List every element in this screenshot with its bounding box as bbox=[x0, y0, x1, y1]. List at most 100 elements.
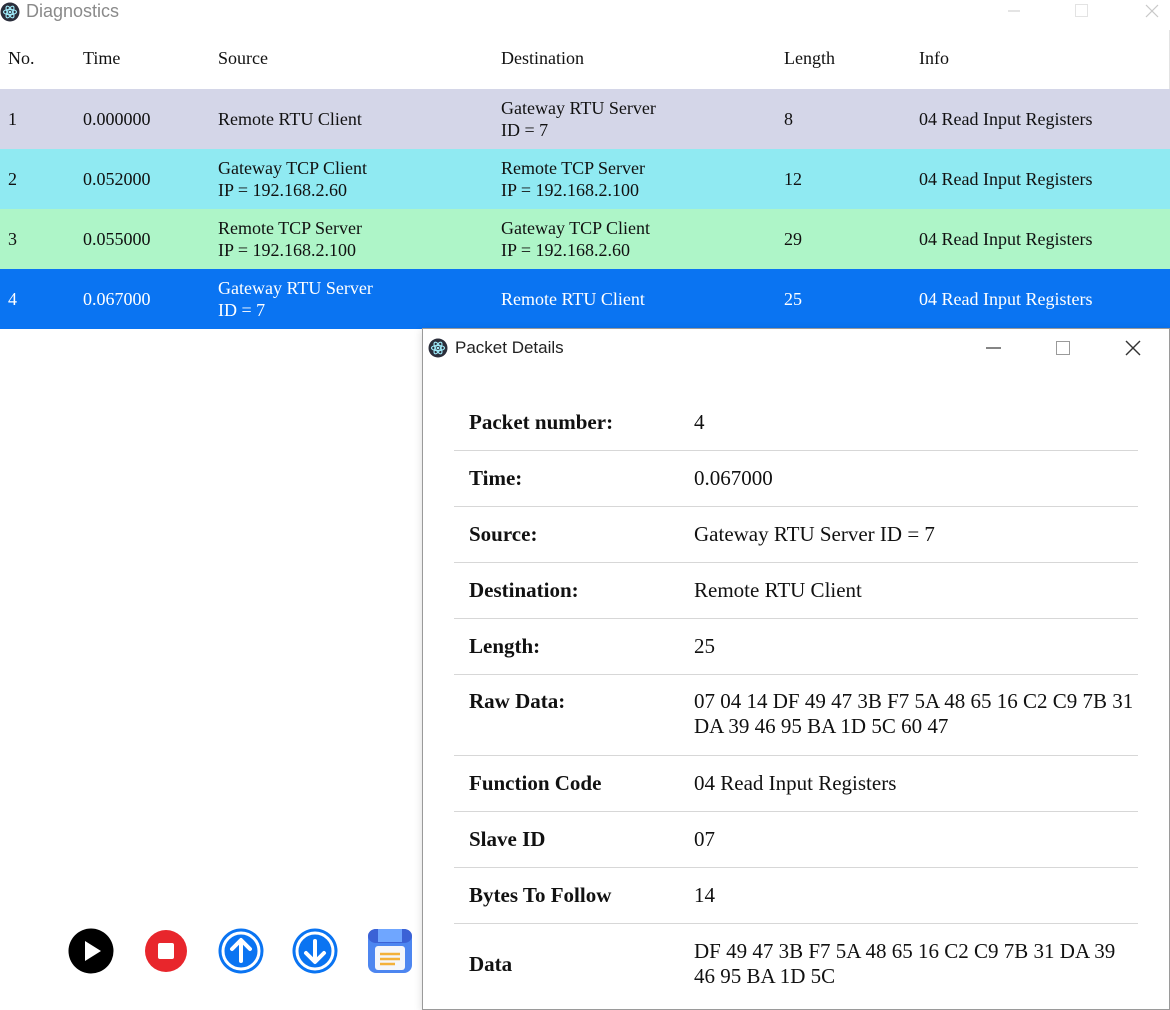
detail-label: Length: bbox=[469, 634, 541, 658]
cell-destination-line2: IP = 192.168.2.60 bbox=[501, 240, 630, 260]
cell-source: Remote TCP Server IP = 192.168.2.100 bbox=[218, 217, 362, 261]
cell-destination: Gateway RTU Server ID = 7 bbox=[501, 97, 656, 141]
main-titlebar: Diagnostics bbox=[0, 0, 1170, 26]
electron-app-icon bbox=[428, 338, 448, 358]
cell-info: 04 Read Input Registers bbox=[919, 229, 1093, 249]
cell-info: 04 Read Input Registers bbox=[919, 109, 1093, 129]
cell-time: 0.000000 bbox=[83, 109, 151, 129]
upload-icon bbox=[218, 928, 264, 974]
cell-time: 0.052000 bbox=[83, 169, 151, 189]
detail-row-slave-id: Slave ID 07 bbox=[454, 812, 1138, 868]
cell-length: 29 bbox=[784, 229, 802, 249]
header-time[interactable]: Time bbox=[83, 48, 120, 69]
cell-source-line1: Gateway TCP Client bbox=[218, 158, 367, 178]
cell-destination-line1: Gateway TCP Client bbox=[501, 218, 650, 238]
detail-value: 25 bbox=[694, 634, 715, 658]
dialog-close-button[interactable] bbox=[1115, 334, 1151, 364]
table-row-selected[interactable]: 4 0.067000 Gateway RTU Server ID = 7 Rem… bbox=[0, 269, 1170, 329]
detail-value: 04 Read Input Registers bbox=[694, 771, 897, 795]
detail-label: Slave ID bbox=[469, 827, 546, 851]
play-icon bbox=[68, 928, 114, 974]
header-length[interactable]: Length bbox=[784, 48, 835, 69]
dialog-minimize-button[interactable] bbox=[975, 334, 1011, 364]
detail-label: Bytes To Follow bbox=[469, 883, 612, 907]
cell-destination-line1: Remote TCP Server bbox=[501, 158, 645, 178]
detail-label: Function Code bbox=[469, 771, 602, 795]
cell-destination-line2: IP = 192.168.2.100 bbox=[501, 180, 639, 200]
cell-source-line1: Remote TCP Server bbox=[218, 218, 362, 238]
table-header: No. Time Source Destination Length Info bbox=[0, 48, 1170, 72]
cell-info: 04 Read Input Registers bbox=[919, 169, 1093, 189]
download-button[interactable] bbox=[292, 928, 338, 974]
cell-info: 04 Read Input Registers bbox=[919, 289, 1093, 309]
cell-source: Gateway RTU Server ID = 7 bbox=[218, 277, 373, 321]
cell-source: Remote RTU Client bbox=[218, 108, 362, 130]
cell-time: 0.055000 bbox=[83, 229, 151, 249]
cell-destination: Remote TCP Server IP = 192.168.2.100 bbox=[501, 157, 645, 201]
detail-label: Packet number: bbox=[469, 410, 614, 434]
detail-row-packet-number: Packet number: 4 bbox=[454, 395, 1138, 451]
detail-value: 14 bbox=[694, 883, 715, 907]
detail-label: Source: bbox=[469, 522, 538, 546]
cell-source-line2: ID = 7 bbox=[218, 300, 266, 320]
detail-label: Destination: bbox=[469, 578, 579, 602]
play-button[interactable] bbox=[68, 928, 114, 974]
cell-source-line2: IP = 192.168.2.60 bbox=[218, 180, 347, 200]
detail-label: Time: bbox=[469, 466, 523, 490]
detail-row-source: Source: Gateway RTU Server ID = 7 bbox=[454, 507, 1138, 563]
detail-value: 4 bbox=[694, 410, 705, 434]
cell-source-line1: Remote RTU Client bbox=[218, 109, 362, 129]
detail-value: 07 04 14 DF 49 47 3B F7 5A 48 65 16 C2 C… bbox=[694, 689, 1134, 738]
cell-destination: Gateway TCP Client IP = 192.168.2.60 bbox=[501, 217, 650, 261]
detail-row-destination: Destination: Remote RTU Client bbox=[454, 563, 1138, 619]
header-source[interactable]: Source bbox=[218, 48, 268, 69]
detail-label: Data bbox=[469, 952, 513, 976]
cell-no: 3 bbox=[8, 229, 17, 249]
cell-destination-line2: ID = 7 bbox=[501, 120, 549, 140]
detail-value: DF 49 47 3B F7 5A 48 65 16 C2 C9 7B 31 D… bbox=[694, 939, 1116, 988]
save-icon bbox=[368, 929, 412, 973]
packet-details-table: Packet number: 4 Time: 0.067000 Source: … bbox=[454, 395, 1138, 1004]
cell-destination: Remote RTU Client bbox=[501, 288, 645, 310]
dialog-maximize-button[interactable] bbox=[1045, 334, 1081, 364]
detail-value: 07 bbox=[694, 827, 715, 851]
save-button[interactable] bbox=[367, 928, 413, 974]
cell-no: 2 bbox=[8, 169, 17, 189]
detail-row-raw-data: Raw Data: 07 04 14 DF 49 47 3B F7 5A 48 … bbox=[454, 675, 1138, 756]
window-title: Diagnostics bbox=[26, 1, 120, 21]
cell-time: 0.067000 bbox=[83, 289, 151, 309]
detail-row-length: Length: 25 bbox=[454, 619, 1138, 675]
stop-button[interactable] bbox=[143, 928, 189, 974]
table-row[interactable]: 3 0.055000 Remote TCP Server IP = 192.16… bbox=[0, 209, 1170, 269]
minimize-button[interactable] bbox=[994, 0, 1034, 26]
cell-length: 25 bbox=[784, 289, 802, 309]
cell-source: Gateway TCP Client IP = 192.168.2.60 bbox=[218, 157, 367, 201]
header-no[interactable]: No. bbox=[8, 48, 35, 69]
cell-destination-line1: Gateway RTU Server bbox=[501, 98, 656, 118]
cell-no: 4 bbox=[8, 289, 17, 309]
detail-value: Gateway RTU Server ID = 7 bbox=[694, 522, 935, 546]
upload-button[interactable] bbox=[218, 928, 264, 974]
detail-row-bytes-to-follow: Bytes To Follow 14 bbox=[454, 868, 1138, 924]
table-row[interactable]: 1 0.000000 Remote RTU Client Gateway RTU… bbox=[0, 89, 1170, 149]
packet-details-window: Packet Details Packet number: 4 Time: 0.… bbox=[422, 328, 1170, 1010]
electron-app-icon bbox=[0, 2, 20, 22]
dialog-title: Packet Details bbox=[455, 338, 564, 357]
detail-value: 0.067000 bbox=[694, 466, 773, 490]
detail-label: Raw Data: bbox=[469, 689, 566, 713]
cell-length: 8 bbox=[784, 109, 793, 129]
close-button[interactable] bbox=[1132, 0, 1170, 26]
header-info[interactable]: Info bbox=[919, 48, 949, 69]
detail-row-time: Time: 0.067000 bbox=[454, 451, 1138, 507]
cell-source-line1: Gateway RTU Server bbox=[218, 278, 373, 298]
table-row[interactable]: 2 0.052000 Gateway TCP Client IP = 192.1… bbox=[0, 149, 1170, 209]
maximize-button[interactable] bbox=[1062, 0, 1102, 26]
header-destination[interactable]: Destination bbox=[501, 48, 584, 69]
detail-row-function-code: Function Code 04 Read Input Registers bbox=[454, 756, 1138, 812]
cell-destination-line1: Remote RTU Client bbox=[501, 289, 645, 309]
cell-length: 12 bbox=[784, 169, 802, 189]
download-icon bbox=[292, 928, 338, 974]
detail-value: Remote RTU Client bbox=[694, 578, 862, 602]
detail-row-data: Data DF 49 47 3B F7 5A 48 65 16 C2 C9 7B… bbox=[454, 924, 1138, 1004]
stop-icon bbox=[145, 930, 187, 972]
